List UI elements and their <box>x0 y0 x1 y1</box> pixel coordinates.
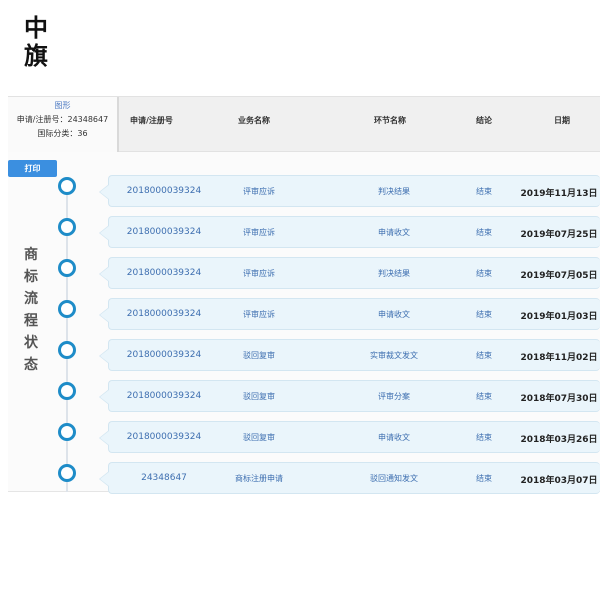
cell-date: 2018年07月30日 <box>520 394 598 404</box>
side-title-char: 态 <box>24 357 38 373</box>
timeline-node-icon <box>58 259 76 277</box>
cell-result: 结束 <box>476 310 492 319</box>
column-divider <box>118 97 119 153</box>
timeline-node-icon <box>58 300 76 318</box>
cell-date: 2018年03月07日 <box>520 476 598 486</box>
cell-step: 评审分案 <box>378 392 410 401</box>
header-step: 环节名称 <box>374 116 406 125</box>
cell-business: 驳回复审 <box>243 392 275 401</box>
cell-step: 申请收文 <box>378 310 410 319</box>
cell-date: 2019年07月05日 <box>520 271 598 281</box>
cell-result: 结束 <box>476 433 492 442</box>
cell-step: 驳回通知发文 <box>370 474 418 483</box>
side-title-char: 商 <box>24 247 38 263</box>
cell-reg-no: 2018000039324 <box>126 350 202 360</box>
cell-step: 判决结果 <box>378 187 410 196</box>
cell-business: 评审应诉 <box>243 310 275 319</box>
pointer-arrow <box>99 471 109 487</box>
cell-reg-no: 2018000039324 <box>126 186 202 196</box>
cell-step: 判决结果 <box>378 269 410 278</box>
table-row: 2018000039324 评审应诉 判决结果 结束 2019年11月13日 <box>99 175 600 207</box>
cell-business: 商标注册申请 <box>235 474 283 483</box>
timeline-node-icon <box>58 177 76 195</box>
cell-result: 结束 <box>476 351 492 360</box>
logo-char-1: 中 <box>24 13 48 42</box>
cell-result: 结束 <box>476 187 492 196</box>
logo: 中 旗 <box>16 14 56 70</box>
intl-class: 国际分类：36 <box>37 129 88 138</box>
cell-step: 申请收文 <box>378 228 410 237</box>
header-result: 结论 <box>476 116 492 125</box>
cell-date: 2019年01月03日 <box>520 312 598 322</box>
cell-reg-no: 2018000039324 <box>126 432 202 442</box>
side-title-char: 状 <box>24 335 38 351</box>
mark-image-link[interactable]: 图形 <box>8 99 117 113</box>
pointer-arrow <box>99 184 109 200</box>
table-row: 24348647 商标注册申请 驳回通知发文 结束 2018年03月07日 <box>99 462 600 494</box>
table-row: 2018000039324 评审应诉 判决结果 结束 2019年07月05日 <box>99 257 600 289</box>
cell-reg-no: 2018000039324 <box>126 391 202 401</box>
cell-result: 结束 <box>476 269 492 278</box>
timeline-node-icon <box>58 341 76 359</box>
cell-business: 评审应诉 <box>243 187 275 196</box>
pointer-arrow <box>99 430 109 446</box>
cell-reg-no: 24348647 <box>141 473 187 483</box>
cell-result: 结束 <box>476 228 492 237</box>
table-header: 图形 申请/注册号：24348647 国际分类：36 申请/注册号 业务名称 环… <box>8 96 600 153</box>
side-title-char: 流 <box>24 291 38 307</box>
cell-business: 评审应诉 <box>243 228 275 237</box>
print-button[interactable]: 打印 <box>8 160 57 177</box>
table-row: 2018000039324 驳回复审 评审分案 结束 2018年07月30日 <box>99 380 600 412</box>
pointer-arrow <box>99 307 109 323</box>
cell-date: 2019年11月13日 <box>520 189 598 199</box>
trademark-info: 图形 申请/注册号：24348647 国际分类：36 <box>8 97 118 153</box>
pointer-arrow <box>99 225 109 241</box>
table-row: 2018000039324 驳回复审 实审裁文发文 结束 2018年11月02日 <box>99 339 600 371</box>
side-title-char: 程 <box>24 313 38 329</box>
cell-business: 驳回复审 <box>243 351 275 360</box>
cell-result: 结束 <box>476 474 492 483</box>
header-reg-no: 申请/注册号 <box>130 116 173 125</box>
table-row: 2018000039324 评审应诉 申请收文 结束 2019年01月03日 <box>99 298 600 330</box>
timeline-node-icon <box>58 464 76 482</box>
header-date: 日期 <box>554 116 570 125</box>
table-row: 2018000039324 驳回复审 申请收文 结束 2018年03月26日 <box>99 421 600 453</box>
cell-date: 2018年11月02日 <box>520 353 598 363</box>
side-title: 商 标 流 程 状 态 <box>20 244 42 376</box>
timeline-node-icon <box>58 382 76 400</box>
table-row: 2018000039324 评审应诉 申请收文 结束 2019年07月25日 <box>99 216 600 248</box>
pointer-arrow <box>99 389 109 405</box>
side-title-char: 标 <box>24 269 38 285</box>
pointer-arrow <box>99 348 109 364</box>
cell-reg-no: 2018000039324 <box>126 309 202 319</box>
cell-result: 结束 <box>476 392 492 401</box>
timeline-node-icon <box>58 423 76 441</box>
cell-date: 2019年07月25日 <box>520 230 598 240</box>
header-business: 业务名称 <box>238 116 270 125</box>
cell-step: 申请收文 <box>378 433 410 442</box>
cell-reg-no: 2018000039324 <box>126 227 202 237</box>
reg-number: 申请/注册号：24348647 <box>16 115 109 124</box>
cell-business: 驳回复审 <box>243 433 275 442</box>
cell-reg-no: 2018000039324 <box>126 268 202 278</box>
timeline-node-icon <box>58 218 76 236</box>
cell-date: 2018年03月26日 <box>520 435 598 445</box>
logo-char-2: 旗 <box>24 41 48 70</box>
pointer-arrow <box>99 266 109 282</box>
cell-business: 评审应诉 <box>243 269 275 278</box>
cell-step: 实审裁文发文 <box>370 351 418 360</box>
